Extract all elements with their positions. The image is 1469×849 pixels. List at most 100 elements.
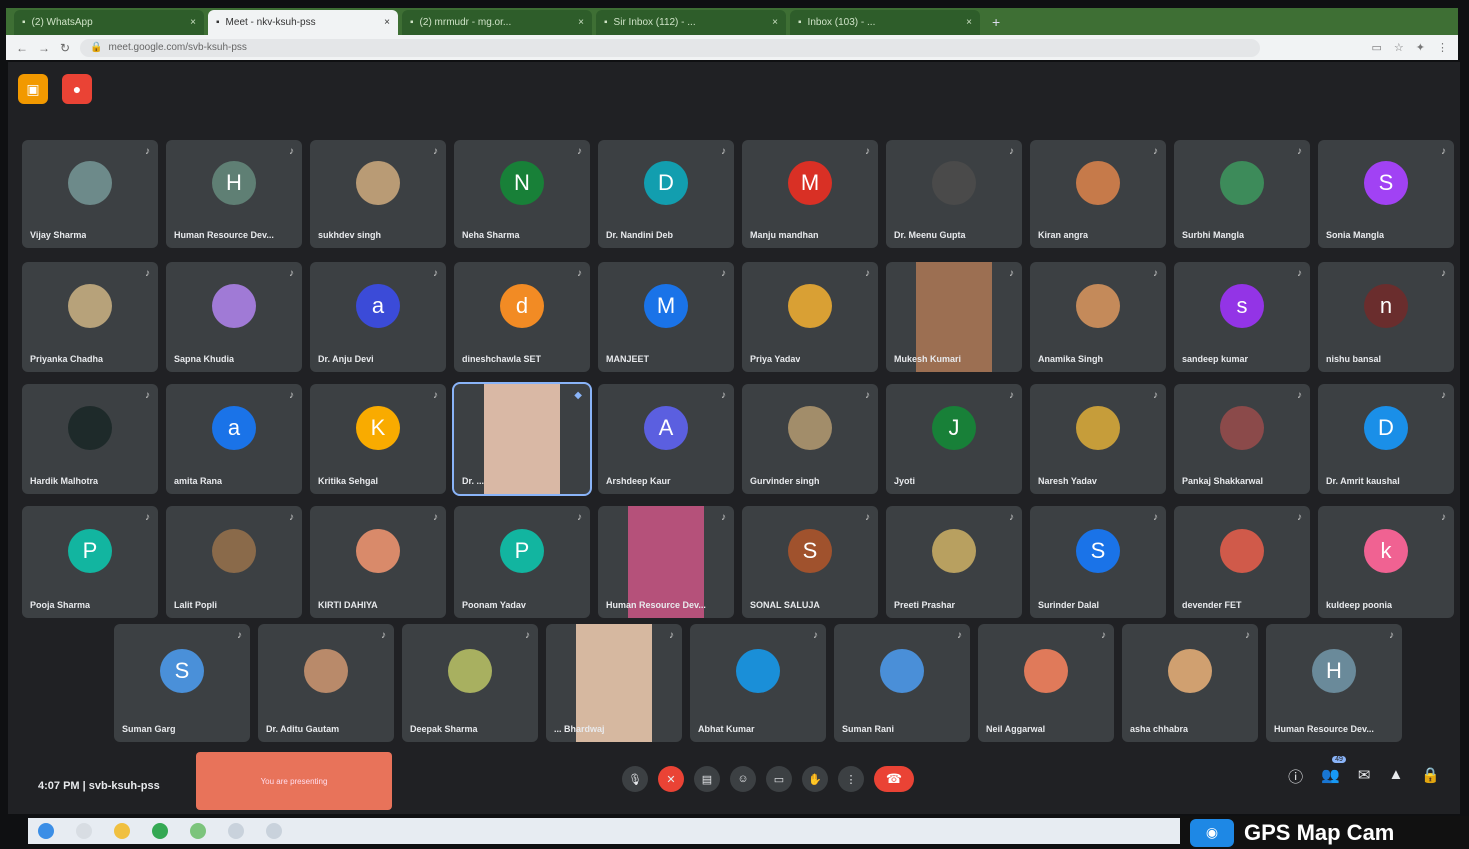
forward-icon[interactable]: → [38, 41, 50, 55]
participant-tile[interactable]: ♪ KIRTI DAHIYA [310, 506, 446, 618]
participant-tile[interactable]: ♪ Dr. Meenu Gupta [886, 140, 1022, 248]
more-options-icon[interactable]: ⋮ [838, 766, 864, 792]
mic-muted-icon: ♪ [433, 146, 438, 157]
taskbar-app-icon[interactable] [76, 823, 92, 839]
participant-initial-avatar: K [356, 406, 400, 450]
participant-name: Suman Garg [122, 724, 176, 734]
mic-muted-icon: ♪ [237, 630, 242, 641]
participant-tile[interactable]: M ♪ Manju mandhan [742, 140, 878, 248]
presenting-preview[interactable]: You are presenting [196, 752, 392, 810]
tab-close-icon[interactable]: × [578, 17, 584, 28]
browser-tab[interactable]: ▪ Sir Inbox (112) - ... × [596, 10, 786, 35]
new-tab-button[interactable]: + [984, 14, 1008, 30]
browser-tab[interactable]: ▪ Meet - nkv-ksuh-pss × [208, 10, 398, 35]
participant-tile[interactable]: P ♪ Poonam Yadav [454, 506, 590, 618]
participant-tile[interactable]: ♪ Priya Yadav [742, 262, 878, 372]
mic-icon[interactable]: 🎙 [622, 766, 648, 792]
participant-tile[interactable]: M ♪ MANJEET [598, 262, 734, 372]
participant-tile[interactable]: ♪ Neil Aggarwal [978, 624, 1114, 742]
participant-photo-avatar [212, 528, 256, 573]
bookmark-star-icon[interactable]: ☆ [1394, 41, 1404, 54]
participant-tile[interactable]: ♪ Gurvinder singh [742, 384, 878, 494]
participant-tile[interactable]: ♪ Dr. Aditu Gautam [258, 624, 394, 742]
participant-tile[interactable]: S ♪ Sonia Mangla [1318, 140, 1454, 248]
participant-tile[interactable]: S ♪ Surinder Dalal [1030, 506, 1166, 618]
participant-tile[interactable]: P ♪ Pooja Sharma [22, 506, 158, 618]
participant-tile[interactable]: H ♪ Human Resource Dev... [166, 140, 302, 248]
participant-tile[interactable]: ♪ Priyanka Chadha [22, 262, 158, 372]
menu-icon[interactable]: ⋮ [1437, 41, 1448, 54]
participant-tile[interactable]: ◆ Dr. ... [452, 382, 592, 496]
participant-tile[interactable]: a ♪ Dr. Anju Devi [310, 262, 446, 372]
participant-tile[interactable]: ♪ Lalit Popli [166, 506, 302, 618]
tab-close-icon[interactable]: × [772, 17, 778, 28]
participant-tile[interactable]: ♪ Vijay Sharma [22, 140, 158, 248]
participant-tile[interactable]: J ♪ Jyoti [886, 384, 1022, 494]
participant-tile[interactable]: ♪ Preeti Prashar [886, 506, 1022, 618]
folder-icon[interactable] [114, 823, 130, 839]
people-icon[interactable]: ▣ [18, 74, 48, 104]
participant-tile[interactable]: ♪ Human Resource Dev... [598, 506, 734, 618]
meeting-details[interactable]: 4:07 PM | svb-ksuh-pss [38, 780, 160, 792]
taskbar-app-icon[interactable] [266, 823, 282, 839]
participant-tile[interactable]: ♪ Sapna Khudia [166, 262, 302, 372]
chrome-icon[interactable] [152, 823, 168, 839]
start-icon[interactable] [38, 823, 54, 839]
participant-initial-avatar: P [500, 528, 544, 573]
participant-tile[interactable]: s ♪ sandeep kumar [1174, 262, 1310, 372]
participant-tile[interactable]: ♪ devender FET [1174, 506, 1310, 618]
participant-tile[interactable]: k ♪ kuldeep poonia [1318, 506, 1454, 618]
participant-tile[interactable]: ♪ Naresh Yadav [1030, 384, 1166, 494]
activities-icon[interactable]: ▲ [1388, 766, 1403, 787]
participant-tile[interactable]: ♪ Surbhi Mangla [1174, 140, 1310, 248]
participant-tile[interactable]: ♪ Anamika Singh [1030, 262, 1166, 372]
participant-tile[interactable]: a ♪ amita Rana [166, 384, 302, 494]
extensions-icon[interactable]: ✦ [1416, 41, 1425, 54]
participant-tile[interactable]: d ♪ dineshchawla SET [454, 262, 590, 372]
participant-tile[interactable]: ♪ Hardik Malhotra [22, 384, 158, 494]
info-icon[interactable]: ⓘ [1288, 766, 1303, 787]
participant-tile[interactable]: ♪ sukhdev singh [310, 140, 446, 248]
reload-icon[interactable]: ↻ [60, 41, 70, 55]
participant-tile[interactable]: n ♪ nishu bansal [1318, 262, 1454, 372]
address-bar[interactable]: 🔒 meet.google.com/svb-ksuh-pss [80, 38, 1261, 57]
participant-tile[interactable]: ♪ Abhat Kumar [690, 624, 826, 742]
participant-tile[interactable]: K ♪ Kritika Sehgal [310, 384, 446, 494]
participant-tile[interactable]: A ♪ Arshdeep Kaur [598, 384, 734, 494]
participant-tile[interactable]: ♪ Mukesh Kumari [886, 262, 1022, 372]
participant-tile[interactable]: D ♪ Dr. Amrit kaushal [1318, 384, 1454, 494]
participant-tile[interactable]: S ♪ Suman Garg [114, 624, 250, 742]
people-icon[interactable]: 👥 49 [1321, 756, 1346, 787]
participant-name: Vijay Sharma [30, 230, 87, 240]
record-icon[interactable]: ● [62, 74, 92, 104]
browser-tab[interactable]: ▪ Inbox (103) - ... × [790, 10, 980, 35]
participant-tile[interactable]: ♪ Kiran angra [1030, 140, 1166, 248]
participant-tile[interactable]: H ♪ Human Resource Dev... [1266, 624, 1402, 742]
back-icon[interactable]: ← [16, 41, 28, 55]
camera-off-icon[interactable]: ✕ [658, 766, 684, 792]
camera-indicator-icon[interactable]: ▭ [1372, 41, 1382, 54]
participant-tile[interactable]: ♪ asha chhabra [1122, 624, 1258, 742]
tab-close-icon[interactable]: × [190, 17, 196, 28]
chat-icon[interactable]: ✉ [1358, 766, 1371, 787]
emoji-icon[interactable]: ☺ [730, 766, 756, 792]
participant-tile[interactable]: N ♪ Neha Sharma [454, 140, 590, 248]
raise-hand-icon[interactable]: ✋ [802, 766, 828, 792]
browser-tab[interactable]: ▪ (2) WhatsApp × [14, 10, 204, 35]
captions-icon[interactable]: ▤ [694, 766, 720, 792]
participant-name: Sapna Khudia [174, 354, 235, 364]
participant-tile[interactable]: ♪ Deepak Sharma [402, 624, 538, 742]
browser-tab[interactable]: ▪ (2) mrmudr - mg.or... × [402, 10, 592, 35]
taskbar-app-icon[interactable] [228, 823, 244, 839]
lock-icon[interactable]: 🔒 [1421, 766, 1440, 787]
tab-close-icon[interactable]: × [384, 17, 390, 28]
participant-tile[interactable]: ♪ ... Bhardwaj [546, 624, 682, 742]
participant-tile[interactable]: S ♪ SONAL SALUJA [742, 506, 878, 618]
present-icon[interactable]: ▭ [766, 766, 792, 792]
end-call-button[interactable]: ☎ [874, 766, 914, 792]
participant-tile[interactable]: ♪ Suman Rani [834, 624, 970, 742]
chrome-profile-icon[interactable] [190, 823, 206, 839]
participant-tile[interactable]: D ♪ Dr. Nandini Deb [598, 140, 734, 248]
tab-close-icon[interactable]: × [966, 17, 972, 28]
participant-tile[interactable]: ♪ Pankaj Shakkarwal [1174, 384, 1310, 494]
